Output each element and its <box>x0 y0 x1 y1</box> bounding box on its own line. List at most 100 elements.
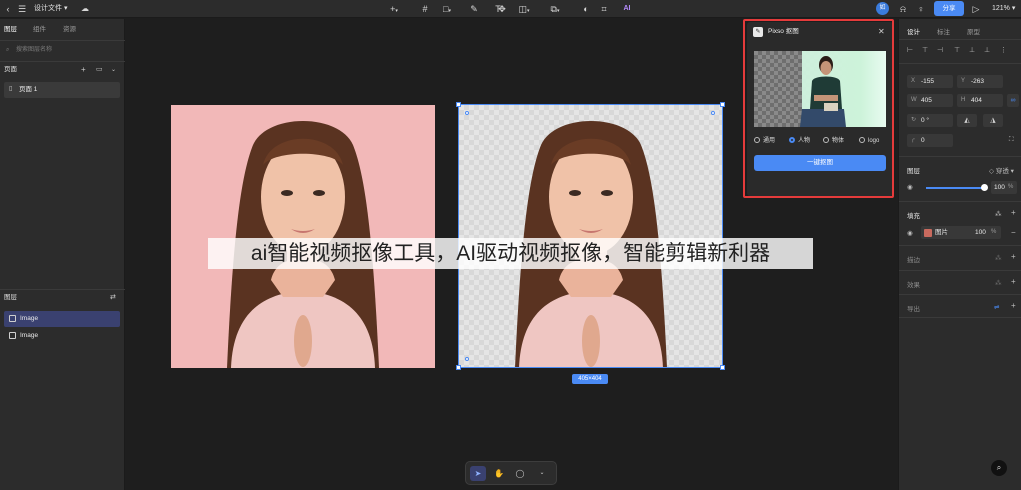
tab-annotate[interactable]: 标注 <box>937 26 950 36</box>
pen-icon[interactable]: ✎ <box>468 2 480 16</box>
layer-search-input[interactable]: ⌕ 搜索图层名称 <box>4 44 120 56</box>
effect-section-title: 效果 <box>907 282 920 289</box>
cursor-icon[interactable]: ➤ <box>470 466 486 481</box>
hand-icon[interactable]: ✋ <box>491 466 507 481</box>
align-left-icon[interactable]: ⊢ <box>907 46 913 54</box>
file-title[interactable]: 设计文件 ▾ <box>34 2 67 16</box>
divider <box>0 61 125 62</box>
tab-prototype[interactable]: 原型 <box>967 26 980 36</box>
tab-components[interactable]: 组件 <box>33 23 46 37</box>
add-icon[interactable]: +▾ <box>387 2 401 16</box>
layers-title: 图层 <box>4 294 17 301</box>
rotation-field[interactable]: ↻ 0 ° <box>907 114 953 127</box>
tab-assets[interactable]: 资源 <box>63 23 76 37</box>
page-icon: ▯ <box>9 86 13 92</box>
align-center-icon[interactable]: ⊤ <box>922 46 928 54</box>
align-right-icon[interactable]: ⊣ <box>937 46 943 54</box>
bell-icon[interactable]: ⍾ <box>897 2 909 16</box>
resize-handle[interactable] <box>720 365 725 370</box>
corner-radius-icon: ╭ <box>911 137 915 143</box>
back-icon[interactable]: ‹ <box>3 2 13 16</box>
pages-title: 页面 <box>4 66 17 73</box>
rotate-icon: ↻ <box>911 117 917 123</box>
right-panel: 设计 标注 原型 ⊢ ⊤ ⊣ ⊤ ⊥ ⊥ ⋮ X -155 Y -263 W 405 … <box>898 19 1021 490</box>
layer-item[interactable]: Image <box>4 311 120 327</box>
opacity-slider[interactable] <box>926 187 984 189</box>
stroke-style-icon[interactable]: ⁂ <box>995 254 1002 262</box>
rectangle-icon[interactable]: □▾ <box>440 2 454 16</box>
tab-layers[interactable]: 图层 <box>4 23 17 37</box>
comment-icon[interactable]: ◯ <box>512 466 528 481</box>
avatar[interactable]: 如 <box>876 2 889 15</box>
watermark-caption: ai智能视频抠像工具，AI驱动视频抠像，智能剪辑新利器 <box>208 238 813 269</box>
corner-radius-handle[interactable] <box>711 111 715 115</box>
corner-radius-field[interactable]: ╭ 0 <box>907 134 953 147</box>
selection-frame[interactable] <box>458 104 723 368</box>
align-top-icon[interactable]: ⊤ <box>954 46 960 54</box>
add-fill-icon[interactable]: + <box>1011 208 1016 217</box>
tab-design[interactable]: 设计 <box>907 26 920 36</box>
boolean-icon[interactable]: ⧉▾ <box>546 2 564 16</box>
size-badge: 405×404 <box>572 374 608 384</box>
add-page-icon[interactable]: + <box>81 64 86 76</box>
mask-icon[interactable]: ◫▾ <box>516 2 532 16</box>
chevron-down-icon[interactable]: ⌄ <box>534 466 550 481</box>
share-button[interactable]: 分享 <box>934 1 964 16</box>
search-icon[interactable]: ⌕ <box>991 460 1007 476</box>
original-portrait-image[interactable] <box>171 105 435 368</box>
distribute-icon[interactable]: ⋮ <box>1000 46 1007 54</box>
layer-section-title: 图层 <box>907 168 920 175</box>
flip-vertical-icon[interactable]: ◮ <box>983 114 1003 127</box>
collapse-icon[interactable]: ⌄ <box>111 64 116 76</box>
x-field[interactable]: X -155 <box>907 75 953 88</box>
resize-handle[interactable] <box>720 102 725 107</box>
layer-item[interactable]: Image <box>4 328 120 344</box>
left-panel-tabs: 图层 组件 资源 <box>0 23 125 37</box>
layer-options-icon[interactable]: ⇄ <box>110 292 116 304</box>
highlight-outline <box>743 19 894 198</box>
independent-corners-icon[interactable]: ⛶ <box>1009 136 1014 144</box>
plugin-ai-icon[interactable]: AI <box>620 2 634 16</box>
divider <box>0 289 125 290</box>
align-bottom-icon[interactable]: ⊥ <box>984 46 990 54</box>
crop-icon[interactable]: ⌗ <box>598 2 610 16</box>
fill-style-icon[interactable]: ⁂ <box>995 210 1002 218</box>
add-stroke-icon[interactable]: + <box>1011 252 1016 261</box>
align-middle-icon[interactable]: ⊥ <box>969 46 975 54</box>
folder-icon[interactable]: ▭ <box>96 64 103 76</box>
image-fill-swatch[interactable] <box>924 229 932 237</box>
flip-horizontal-icon[interactable]: ◭ <box>957 114 977 127</box>
visibility-icon[interactable]: ◉ <box>907 229 913 237</box>
resize-handle[interactable] <box>456 102 461 107</box>
visibility-icon[interactable]: ◉ <box>907 183 913 191</box>
blend-mode-select[interactable]: ◇ 穿透 ▾ <box>989 165 1014 175</box>
fill-type-field[interactable]: 图片 100 % <box>921 226 1001 239</box>
bulb-icon[interactable]: ♀ <box>915 2 927 16</box>
export-settings-icon[interactable]: ⇌ <box>994 303 999 311</box>
resize-handle[interactable] <box>456 365 461 370</box>
move-icon[interactable]: ✥ <box>496 2 508 16</box>
height-field[interactable]: H 404 <box>957 94 1003 107</box>
fill-section-title: 填充 <box>907 213 920 220</box>
add-effect-icon[interactable]: + <box>1011 277 1016 286</box>
opacity-field[interactable]: 100 % <box>991 181 1017 194</box>
corner-radius-handle[interactable] <box>465 111 469 115</box>
export-section-title: 导出 <box>907 306 920 313</box>
contrast-icon[interactable]: ◐ <box>580 2 592 16</box>
effect-style-icon[interactable]: ⁂ <box>995 279 1002 287</box>
opacity-slider-handle[interactable] <box>981 184 988 191</box>
zoom-level[interactable]: 121% ▾ <box>992 2 1015 16</box>
constrain-proportions-icon[interactable]: ∞ <box>1007 94 1019 107</box>
play-icon[interactable]: ▷ <box>970 2 982 16</box>
remove-fill-icon[interactable]: − <box>1011 228 1016 237</box>
page-item[interactable]: ▯ 页面 1 <box>4 82 120 98</box>
width-field[interactable]: W 405 <box>907 94 953 107</box>
y-field[interactable]: Y -263 <box>957 75 1003 88</box>
top-toolbar: ‹ ☰ 设计文件 ▾ ☁ +▾ # □▾ ✎ T ✥ ◫▾ ⧉▾ ◐ ⌗ AI … <box>0 0 1021 18</box>
corner-radius-handle[interactable] <box>465 357 469 361</box>
bottom-toolbar: ➤ ✋ ◯ ⌄ <box>465 461 557 485</box>
image-icon <box>9 332 16 339</box>
add-export-icon[interactable]: + <box>1011 301 1016 310</box>
frame-icon[interactable]: # <box>419 2 431 16</box>
menu-icon[interactable]: ☰ <box>17 2 27 16</box>
